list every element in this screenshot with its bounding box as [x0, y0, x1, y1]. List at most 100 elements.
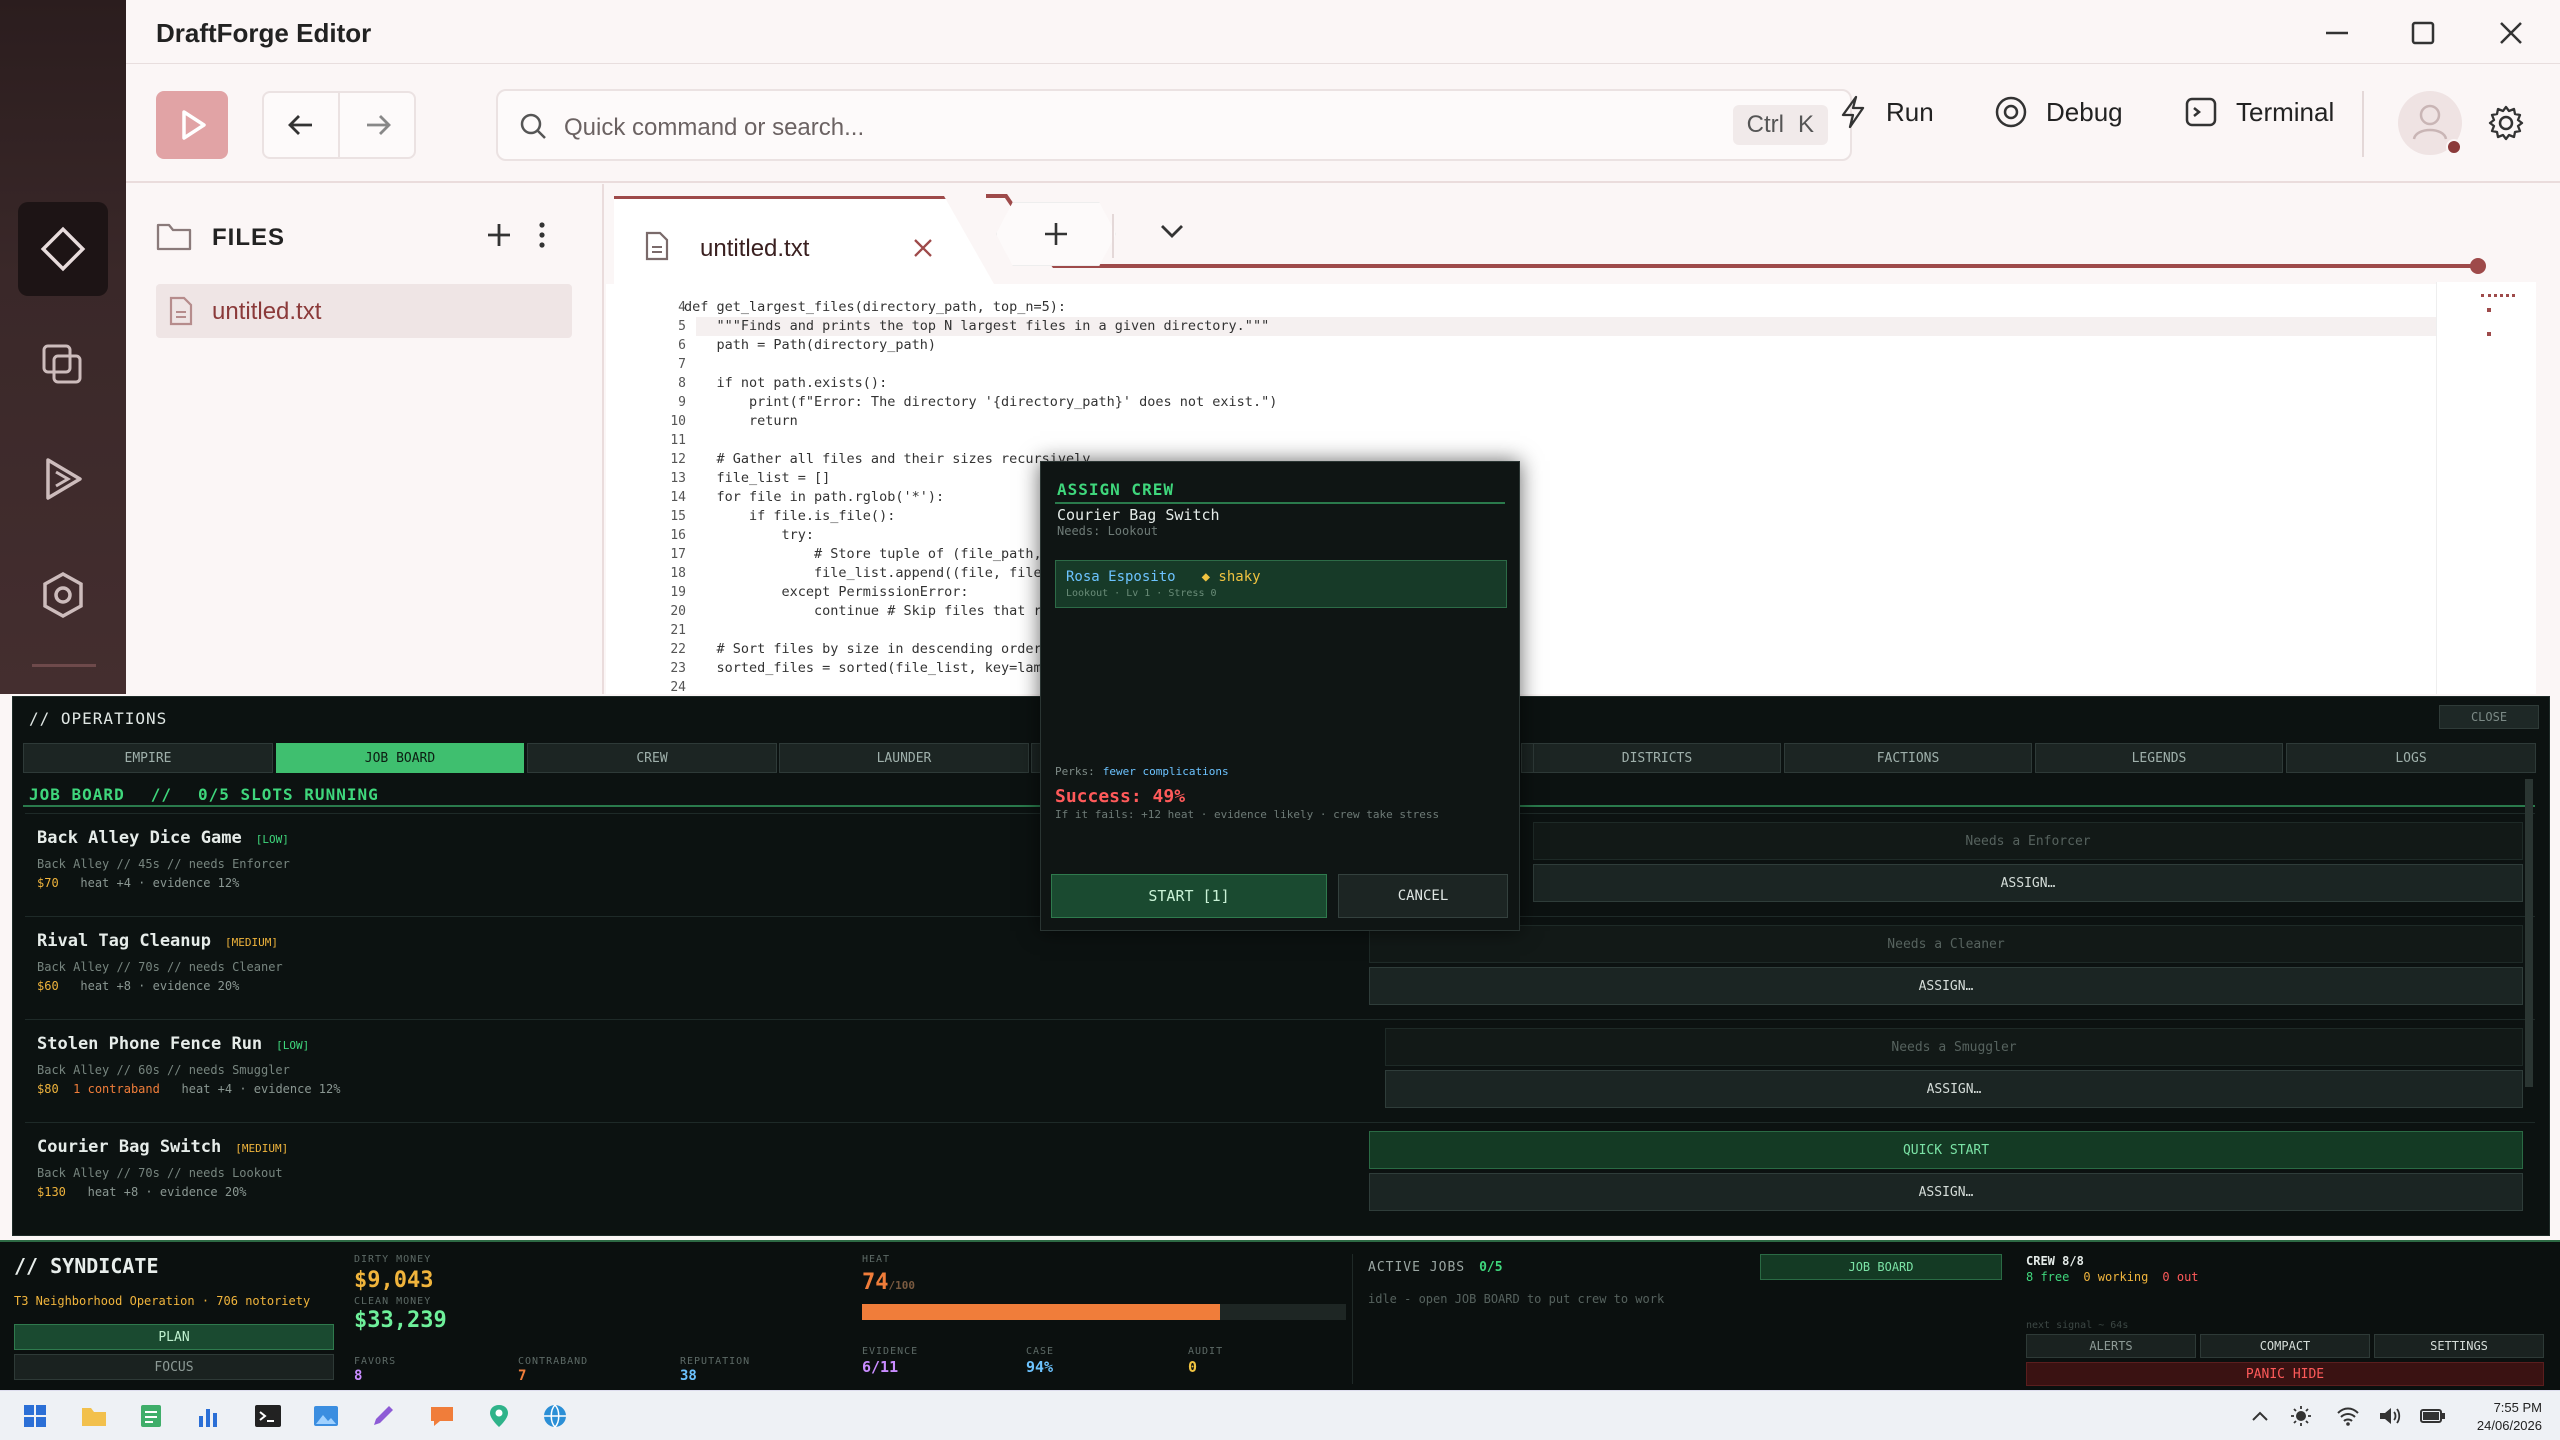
file-icon — [168, 296, 194, 331]
audit-value: 0 — [1188, 1358, 1198, 1376]
maximize-icon[interactable] — [2408, 18, 2438, 53]
chart-app-icon[interactable] — [196, 1403, 222, 1434]
job-money: $70 — [37, 876, 59, 890]
job-name: Courier Bag Switch [MEDIUM] — [37, 1137, 288, 1157]
job-board-button[interactable]: JOB BOARD — [1760, 1254, 2002, 1280]
line-number: 20 — [670, 604, 686, 619]
minimap — [2436, 282, 2536, 694]
file-explorer-icon[interactable] — [80, 1403, 108, 1434]
terminal-action[interactable]: Terminal — [2184, 95, 2334, 129]
line-number: 15 — [670, 509, 686, 524]
folder-icon — [156, 220, 192, 257]
code-editor[interactable]: 4 5 6 7 8 9 10 11 12 13 14 15 16 17 18 19 20 21 22 23 24 def… — [606, 284, 2436, 695]
minimize-icon[interactable] — [2322, 18, 2352, 53]
contraband-label: CONTRABAND — [518, 1356, 589, 1367]
more-options-icon[interactable] — [532, 220, 552, 255]
modal-job: Courier Bag Switch — [1057, 506, 1220, 524]
crew-option[interactable]: Rosa Esposito ◆ shaky Lookout · Lv 1 · S… — [1055, 560, 1507, 608]
photos-icon[interactable] — [312, 1403, 340, 1434]
avatar[interactable] — [2398, 91, 2462, 155]
assign-button[interactable]: ASSIGN… — [1385, 1070, 2523, 1108]
gear-icon[interactable] — [2488, 105, 2524, 146]
copy-icon[interactable] — [18, 318, 108, 412]
pen-icon[interactable] — [370, 1403, 396, 1434]
crew-working: 0 working — [2083, 1270, 2149, 1284]
run-action[interactable]: Run — [1838, 95, 1934, 129]
panic-hide-button[interactable]: PANIC HIDE — [2026, 1362, 2544, 1386]
quick-start-button[interactable]: QUICK START — [1369, 1131, 2523, 1169]
chat-icon[interactable] — [428, 1403, 456, 1434]
line-number: 24 — [670, 680, 686, 695]
contraband-value: 7 — [518, 1368, 527, 1384]
terminal-label: Terminal — [2236, 96, 2335, 127]
tab-factions[interactable]: FACTIONS — [1784, 743, 2032, 773]
brightness-icon[interactable] — [2290, 1405, 2312, 1432]
tab-launder[interactable]: LAUNDER — [779, 743, 1029, 773]
files-title: FILES — [212, 224, 286, 251]
job-title: Stolen Phone Fence Run — [37, 1034, 263, 1054]
play-icon — [182, 110, 206, 140]
close-window-icon[interactable] — [2496, 18, 2526, 53]
assign-button[interactable]: ASSIGN… — [1533, 864, 2523, 902]
run-debug-icon[interactable] — [18, 432, 108, 526]
file-item[interactable]: untitled.txt — [156, 284, 572, 338]
crew-name: Rosa Esposito — [1066, 569, 1176, 585]
tab-accent-line — [986, 194, 2486, 274]
perks-label: Perks: — [1055, 765, 1095, 778]
clock-date: 24/06/2026 — [2476, 1418, 2542, 1433]
activity-bar — [0, 0, 126, 694]
tab-untitled[interactable]: untitled.txt — [614, 196, 994, 284]
assign-button[interactable]: ASSIGN… — [1369, 967, 2523, 1005]
settings-button[interactable]: SETTINGS — [2374, 1334, 2544, 1358]
ops-close-button[interactable]: CLOSE — [2439, 705, 2539, 729]
play-button[interactable] — [156, 91, 228, 159]
alerts-button[interactable]: ALERTS — [2026, 1334, 2196, 1358]
forward-button[interactable] — [340, 93, 416, 157]
tab-legends[interactable]: LEGENDS — [2035, 743, 2283, 773]
start-button[interactable]: START [1] — [1051, 874, 1327, 918]
chevron-up-icon[interactable] — [2250, 1407, 2270, 1430]
file-item-label: untitled.txt — [212, 298, 322, 325]
scrollbar[interactable] — [2525, 779, 2533, 1087]
tab-job-board[interactable]: JOB BOARD — [276, 743, 524, 773]
browser-icon[interactable] — [542, 1403, 568, 1434]
debug-label: Debug — [2046, 96, 2123, 127]
tab-districts[interactable]: DISTRICTS — [1533, 743, 1781, 773]
risk-badge: [LOW] — [255, 833, 289, 846]
extensions-icon[interactable] — [18, 548, 108, 642]
plan-button[interactable]: PLAN — [14, 1324, 334, 1350]
case-label: CASE — [1026, 1346, 1055, 1357]
debug-action[interactable]: Debug — [1994, 95, 2123, 129]
job-subtitle: Back Alley // 60s // needs Smuggler — [37, 1063, 290, 1077]
terminal-app-icon[interactable] — [254, 1403, 282, 1434]
cancel-button[interactable]: CANCEL — [1338, 874, 1508, 918]
tab-crew[interactable]: CREW — [527, 743, 777, 773]
job-name: Stolen Phone Fence Run [LOW] — [37, 1034, 309, 1054]
taskbar: 7:55 PM 24/06/2026 — [0, 1390, 2560, 1440]
assign-button[interactable]: ASSIGN… — [1369, 1173, 2523, 1211]
explorer-icon[interactable] — [18, 202, 108, 296]
tab-empire[interactable]: EMPIRE — [23, 743, 273, 773]
new-file-icon[interactable] — [484, 220, 514, 255]
maps-icon[interactable] — [486, 1403, 512, 1434]
tab-logs[interactable]: LOGS — [2286, 743, 2536, 773]
start-icon[interactable] — [22, 1403, 48, 1434]
notepad-icon[interactable] — [138, 1403, 164, 1434]
line-number: 4 — [678, 300, 686, 315]
add-tab-button[interactable] — [996, 202, 1116, 266]
clock[interactable]: 7:55 PM 24/06/2026 — [2470, 1399, 2542, 1435]
focus-button[interactable]: FOCUS — [14, 1354, 334, 1380]
compact-button[interactable]: COMPACT — [2200, 1334, 2370, 1358]
wifi-icon[interactable] — [2336, 1405, 2360, 1432]
crew-free: 8 free — [2026, 1270, 2070, 1284]
command-search[interactable]: Quick command or search... Ctrl K — [496, 89, 1852, 161]
battery-icon[interactable] — [2420, 1407, 2446, 1430]
back-button[interactable] — [264, 93, 340, 157]
line-number: 12 — [670, 452, 686, 467]
active-jobs: ACTIVE JOBS 0/5 — [1368, 1260, 1503, 1275]
chevron-down-icon[interactable] — [1158, 220, 1186, 249]
favors-value: 8 — [354, 1368, 363, 1384]
close-tab-icon[interactable] — [912, 237, 934, 264]
lightning-icon — [1841, 95, 1865, 129]
volume-icon[interactable] — [2378, 1405, 2402, 1432]
